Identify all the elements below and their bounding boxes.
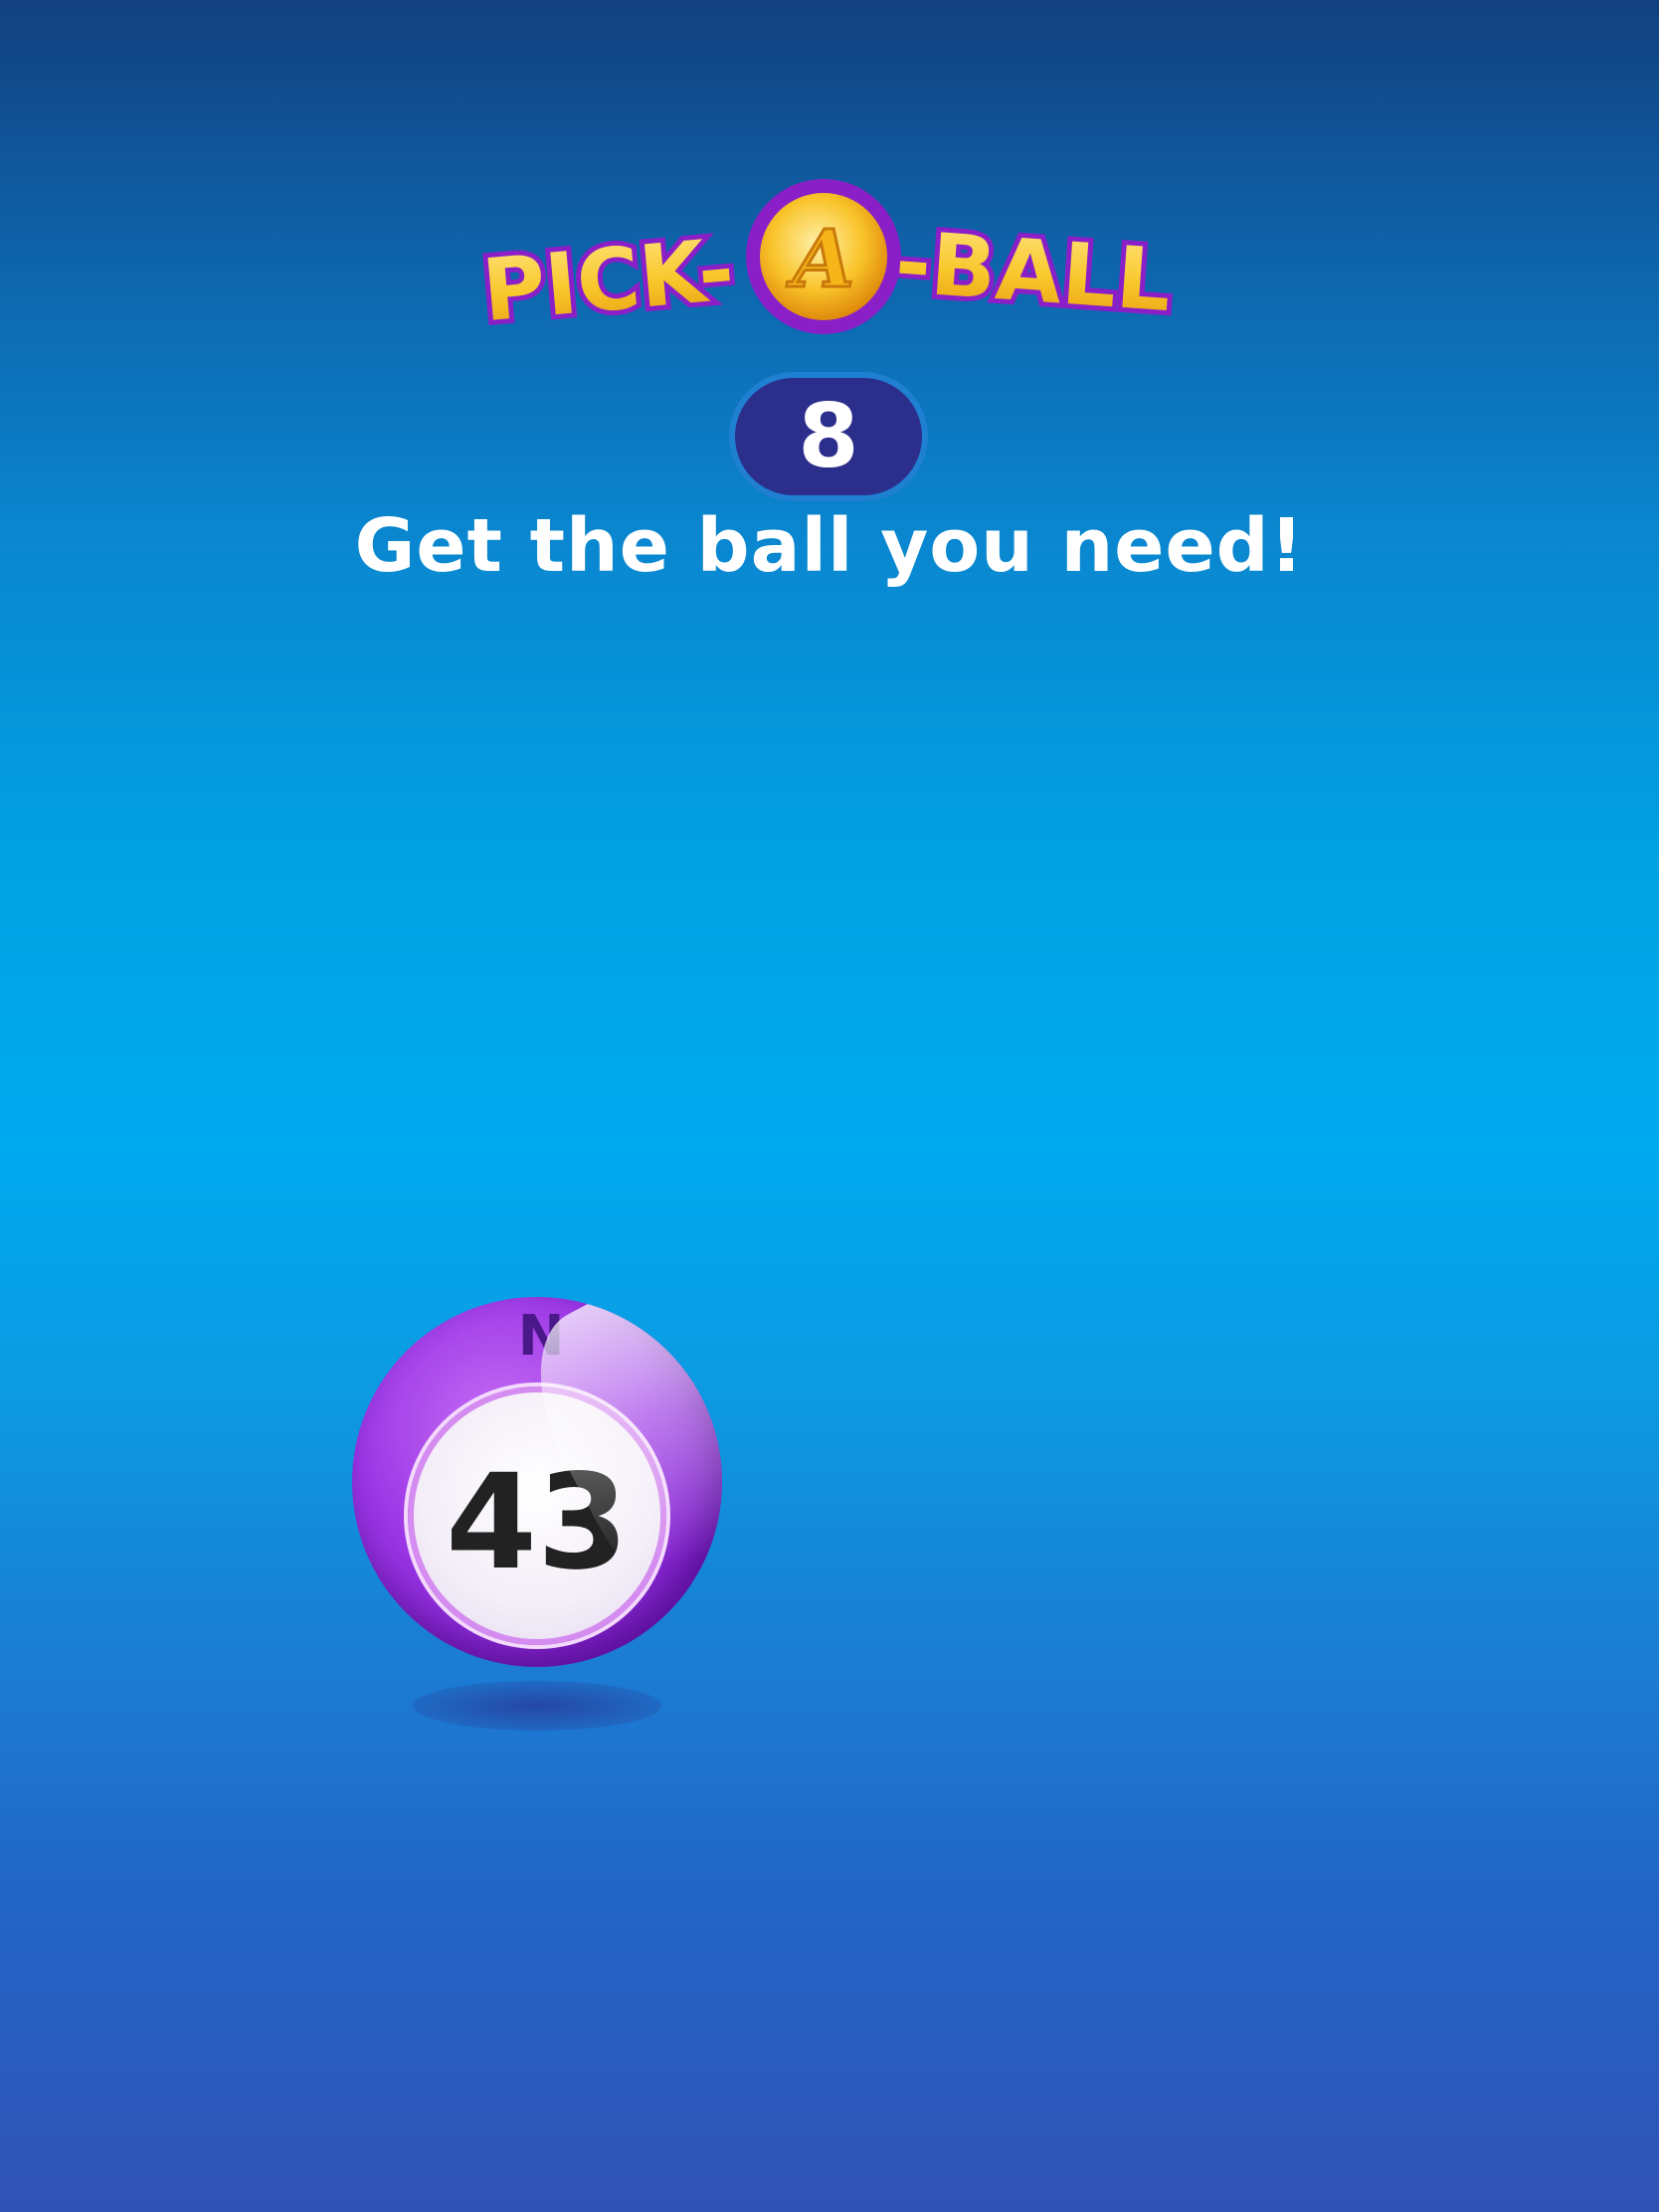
logo-text-right: -BALL [892, 213, 1175, 331]
bingo-ball[interactable]: N 43 [348, 1293, 726, 1751]
logo-text-center: A [786, 212, 854, 305]
instruction-text: Get the ball you need! [354, 503, 1305, 589]
ball-body[interactable]: N 43 [352, 1297, 722, 1667]
logo-text-left: PICK- [478, 221, 738, 342]
pick-counter-badge: 8 [729, 372, 928, 501]
pick-counter-value: 8 [798, 385, 859, 487]
ball-shadow [413, 1681, 661, 1731]
logo-coin-icon: A [746, 179, 901, 334]
pick-a-ball-logo: PICK- A -BALL [467, 169, 1194, 348]
